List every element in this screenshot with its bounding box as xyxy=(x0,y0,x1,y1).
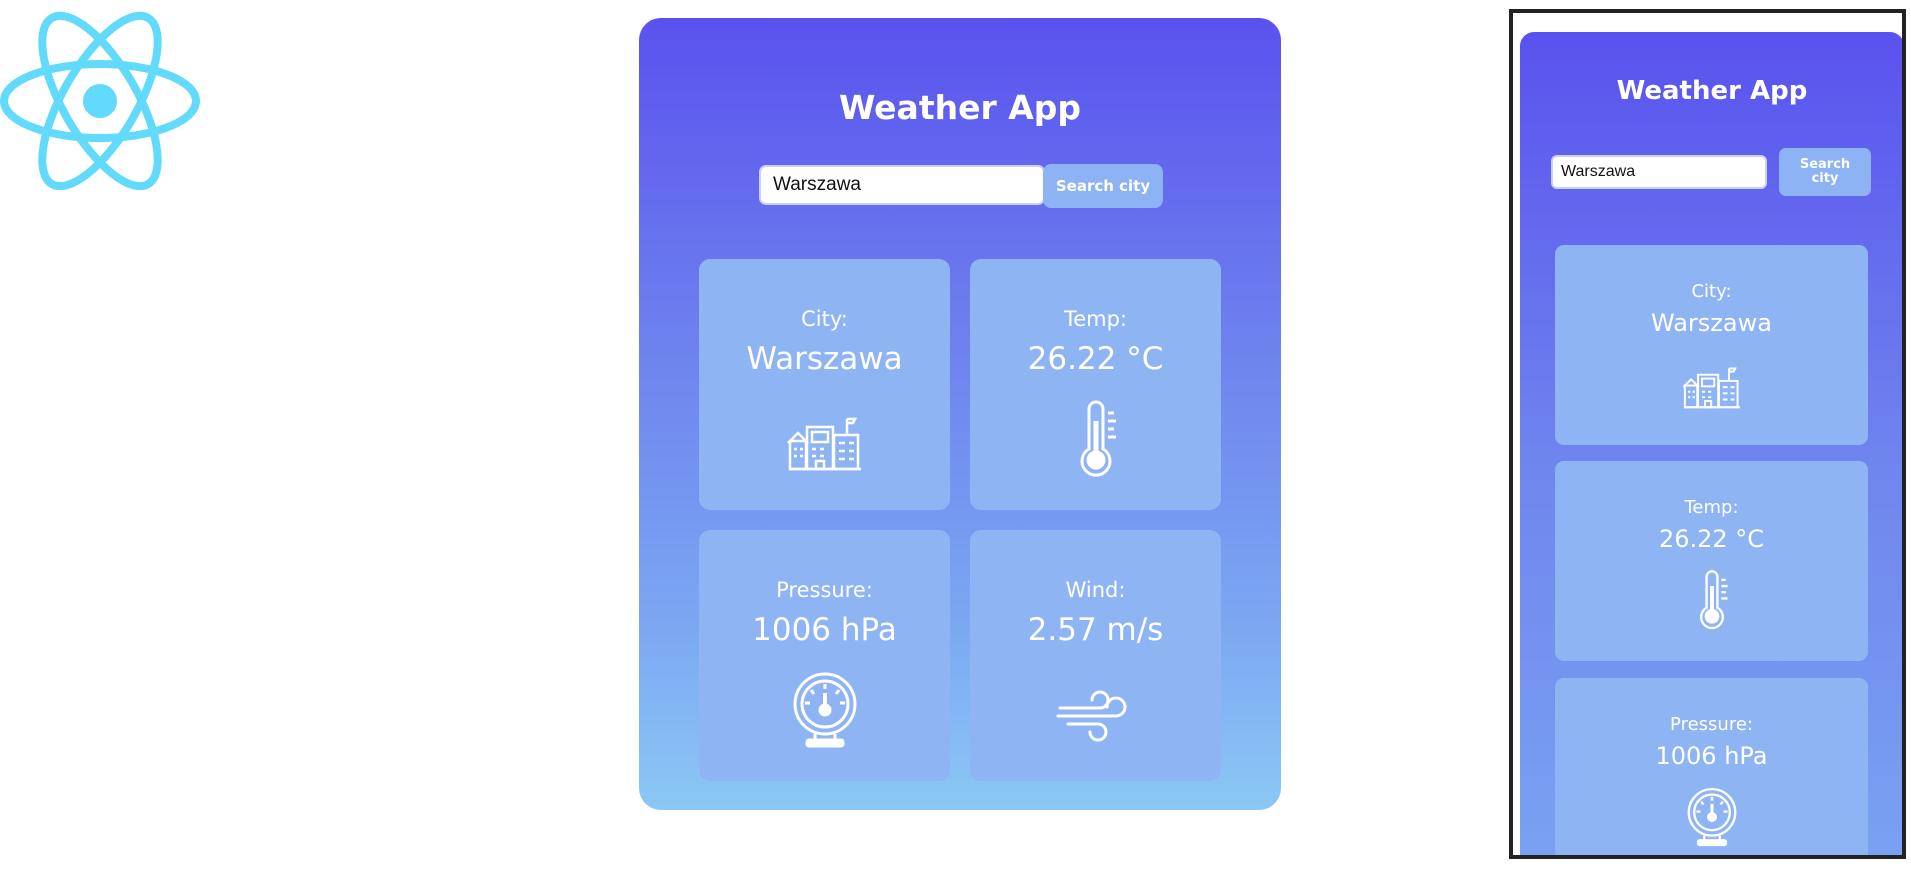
search-city-button[interactable]: Search city xyxy=(1043,164,1163,208)
mobile-pressure-value: 1006 hPa xyxy=(1655,742,1768,770)
barometer-gauge-icon xyxy=(1687,787,1736,847)
temp-label: Temp: xyxy=(1063,307,1128,331)
wind-icon xyxy=(1056,690,1126,742)
city-label: City: xyxy=(801,307,848,331)
thermometer-icon xyxy=(1080,400,1116,477)
city-buildings-icon xyxy=(1682,367,1740,409)
barometer-gauge-icon xyxy=(793,672,856,748)
mobile-temp-label: Temp: xyxy=(1684,497,1739,518)
mobile-city-card: City: Warszawa xyxy=(1555,245,1868,445)
app-title: Weather App xyxy=(838,88,1082,127)
mobile-pressure-label: Pressure: xyxy=(1670,714,1753,735)
pressure-value: 1006 hPa xyxy=(752,612,897,648)
pressure-label: Pressure: xyxy=(776,578,873,602)
mobile-pressure-card: Pressure: 1006 hPa xyxy=(1555,678,1868,855)
thermometer-icon xyxy=(1699,570,1727,630)
city-buildings-icon xyxy=(786,417,861,471)
mobile-app-title: Weather App xyxy=(1616,76,1808,106)
weather-app-card: Weather App Search city City: Warszawa T… xyxy=(639,18,1281,810)
mobile-preview-frame: Weather App Search city City: Warszawa T… xyxy=(1509,9,1906,859)
mobile-city-label: City: xyxy=(1691,281,1732,302)
mobile-city-value: Warszawa xyxy=(1651,309,1772,337)
mobile-search-city-button[interactable]: Search city xyxy=(1779,148,1871,196)
temp-card: Temp: 26.22 °C xyxy=(970,259,1221,510)
temp-value: 26.22 °C xyxy=(1027,341,1164,377)
city-card: City: Warszawa xyxy=(699,259,950,510)
mobile-temp-value: 26.22 °C xyxy=(1658,525,1765,553)
wind-card: Wind: 2.57 m/s xyxy=(970,530,1221,781)
mobile-city-search-input[interactable] xyxy=(1551,155,1767,189)
city-search-input[interactable] xyxy=(759,165,1045,205)
pressure-card: Pressure: 1006 hPa xyxy=(699,530,950,781)
city-value: Warszawa xyxy=(746,341,903,377)
mobile-temp-card: Temp: 26.22 °C xyxy=(1555,461,1868,661)
wind-label: Wind: xyxy=(1065,578,1126,602)
wind-value: 2.57 m/s xyxy=(1027,612,1164,648)
mobile-weather-app-card: Weather App Search city City: Warszawa T… xyxy=(1520,32,1902,855)
react-logo-icon xyxy=(0,11,200,191)
